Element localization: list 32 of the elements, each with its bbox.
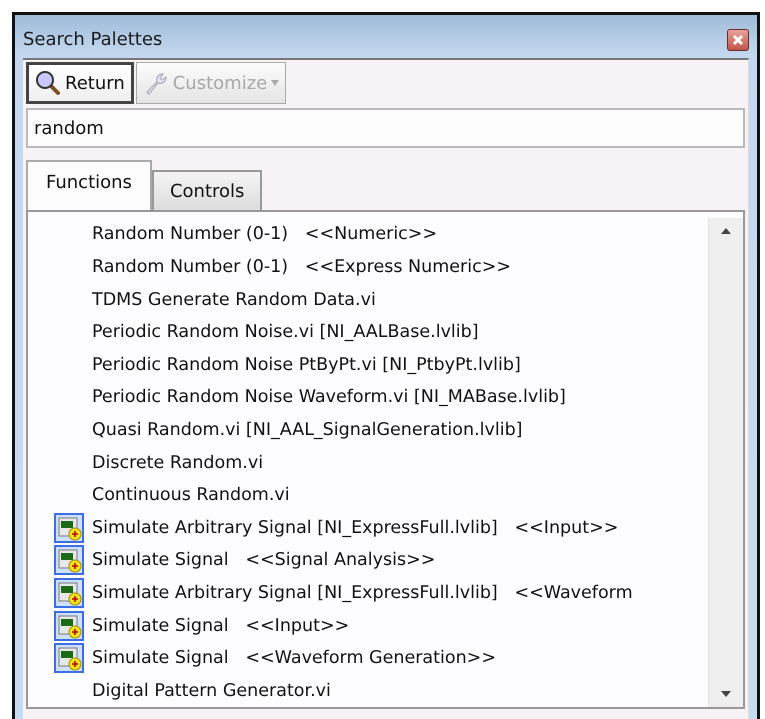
close-icon — [731, 32, 745, 47]
search-result[interactable]: Simulate Signal <<Signal Analysis>> — [84, 550, 436, 570]
express-vi-icon — [54, 643, 84, 674]
search-icon — [35, 70, 61, 96]
express-vi-icon — [54, 578, 84, 608]
express-vi-icon — [54, 545, 84, 576]
tab[interactable]: Functions — [26, 160, 152, 210]
return-button[interactable]: Return — [26, 62, 134, 104]
search-result[interactable]: Simulate Signal <<Input>> — [84, 616, 350, 636]
scroll-up-icon[interactable] — [721, 228, 731, 234]
search-result[interactable]: Simulate Arbitrary Signal [NI_ExpressFull.lvlib] <<Waveform — [84, 582, 633, 603]
dropdown-arrow-icon — [271, 80, 280, 86]
search-result[interactable]: Quasi Random.vi [NI_AAL_SignalGeneration.lvlib] — [84, 420, 523, 440]
search-result[interactable]: Continuous Random.vi — [84, 485, 290, 506]
scroll-down-icon[interactable] — [721, 691, 731, 697]
search-result[interactable]: Periodic Random Noise.vi [NI_AALBase.lvlib] — [84, 322, 479, 342]
search-result[interactable]: Simulate Arbitrary Signal [NI_ExpressFull.lvlib] <<Input>> — [84, 518, 618, 538]
search-field[interactable]: random — [26, 108, 745, 148]
search-result[interactable]: Periodic Random Noise PtByPt.vi [NI_PtbyPt.lvlib] — [84, 354, 521, 375]
search-result[interactable]: Simulate Signal <<Waveform Generation>> — [84, 648, 496, 668]
express-vi-icon — [54, 610, 84, 641]
search-result[interactable]: Periodic Random Noise Waveform.vi [NI_MABase.lvlib] — [84, 387, 566, 408]
window-title: Search Palettes — [23, 28, 162, 50]
express-vi-icon — [54, 512, 84, 543]
close-button[interactable] — [727, 28, 749, 51]
search-result[interactable]: Digital Pattern Generator.vi — [84, 680, 331, 701]
search-result[interactable]: Random Number (0-1) <<Numeric>> — [84, 224, 438, 244]
search-result[interactable]: Random Number (0-1) <<Express Numeric>> — [84, 256, 512, 277]
search-result[interactable]: TDMS Generate Random Data.vi — [84, 290, 376, 310]
tab[interactable]: Controls — [152, 170, 262, 210]
search-result[interactable]: Discrete Random.vi — [84, 452, 264, 473]
scrollbar[interactable] — [708, 218, 743, 707]
